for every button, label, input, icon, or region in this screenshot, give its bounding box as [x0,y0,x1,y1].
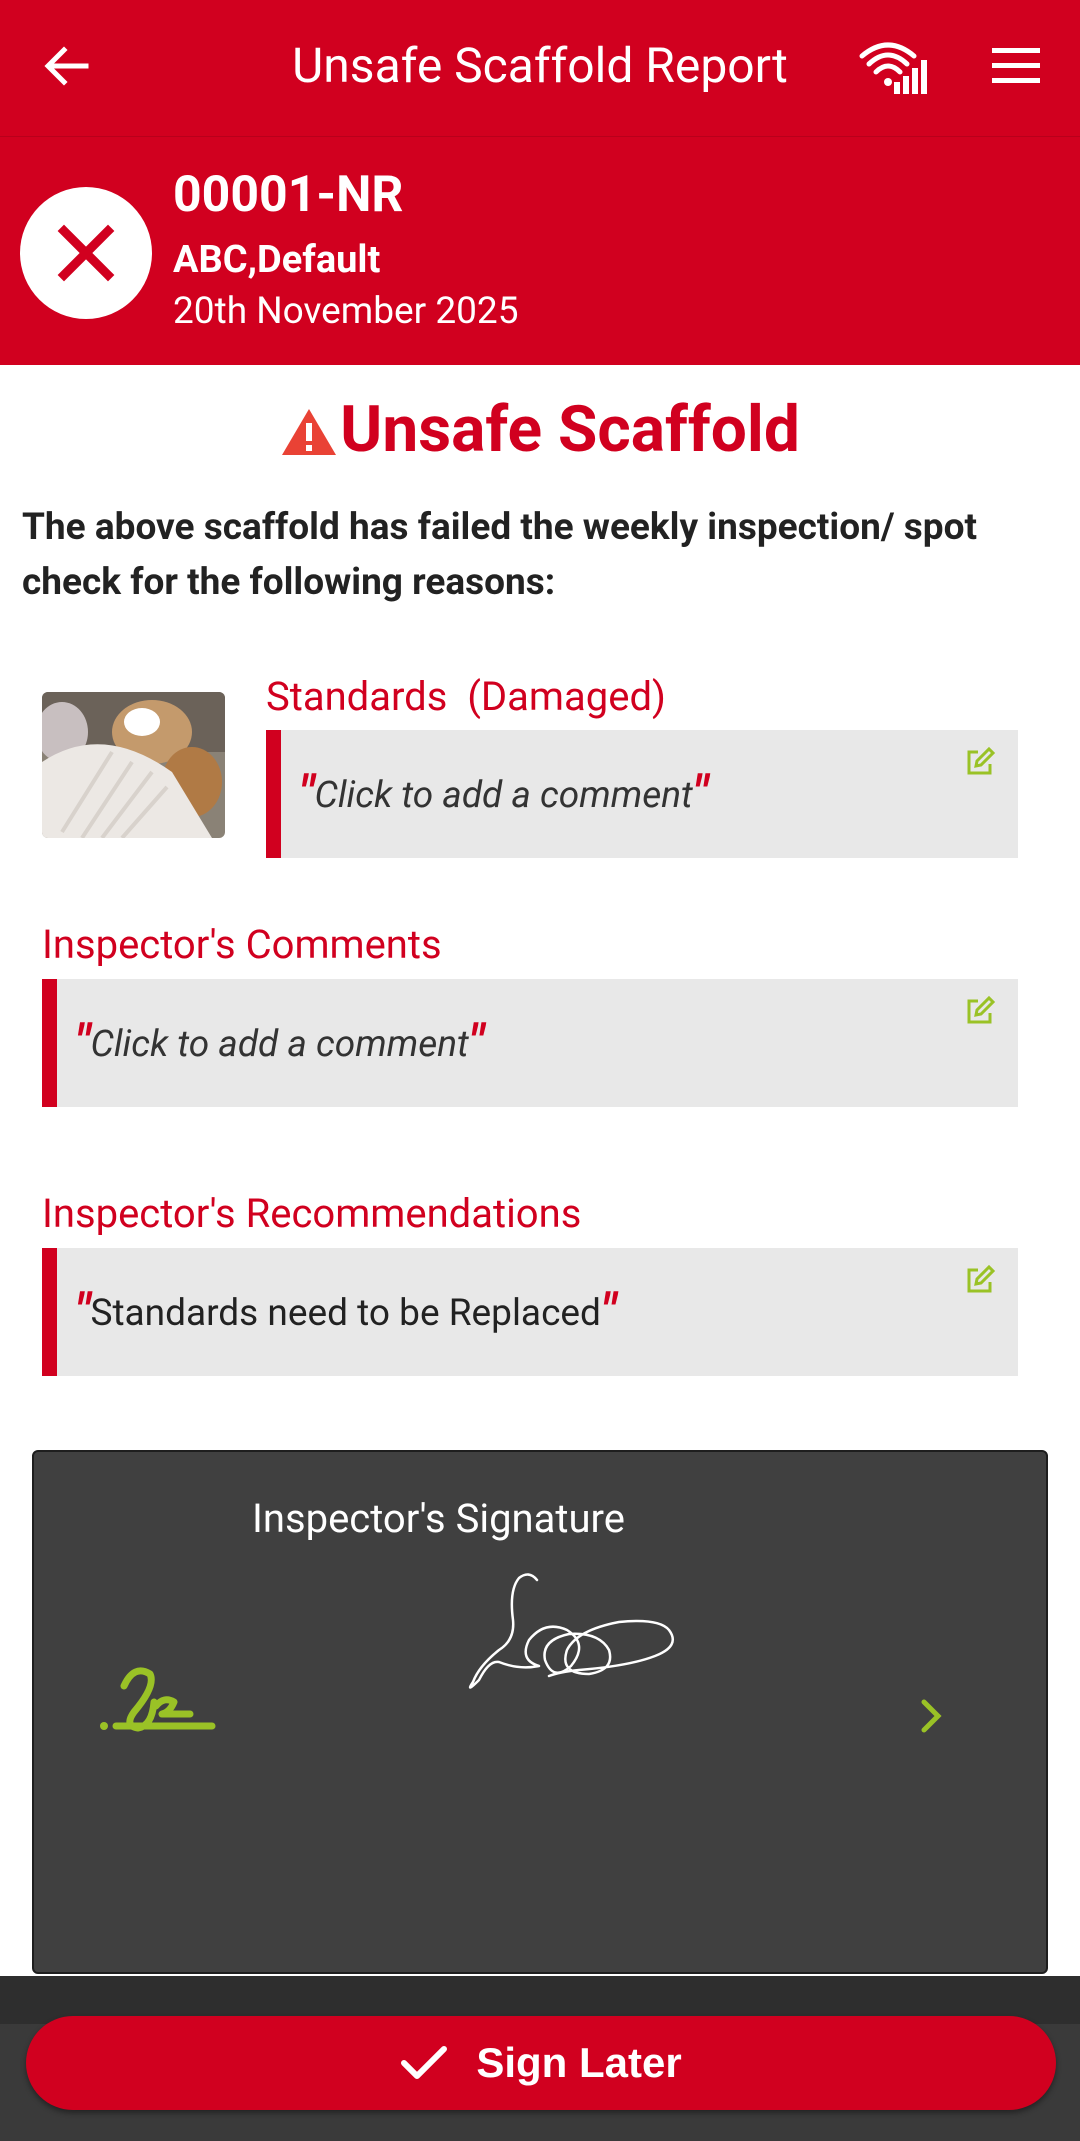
signature-pen-icon[interactable] [94,1662,218,1752]
company-name: ABC,Default [173,238,381,282]
inspector-recommendations-text: Standards need to be Replaced [90,1292,601,1335]
inspector-recommendations-label: Inspector's Recommendations [42,1190,582,1237]
reason-comment-text: Click to add a comment [314,774,693,817]
check-icon [401,2046,448,2079]
sign-later-button[interactable]: Sign Later [26,2016,1056,2110]
signature-panel[interactable]: Inspector's Signature [32,1450,1048,1974]
menu-icon[interactable] [990,44,1042,88]
inspector-comments-label: Inspector's Comments [42,921,442,968]
reason-comment-box[interactable]: "Click to add a comment" [266,730,1018,858]
close-x-icon [57,224,115,282]
reason-label: Standards (Damaged) [266,673,666,720]
status-badge [20,187,152,319]
inspector-comments-text: Click to add a comment [90,1023,469,1066]
signature-title: Inspector's Signature [252,1495,625,1542]
edit-icon[interactable] [964,995,996,1027]
report-header: 00001-NR ABC,Default 20th November 2025 [0,137,1080,365]
wifi-signal-icon[interactable] [858,38,928,94]
chevron-right-icon[interactable] [920,1698,944,1734]
unsafe-title-text: Unsafe Scaffold [340,392,800,467]
unsafe-title: Unsafe Scaffold [0,390,1080,470]
report-reference: 00001-NR [173,166,404,224]
edit-icon[interactable] [964,746,996,778]
reason-photo-thumbnail[interactable] [42,692,225,838]
inspector-comments-box[interactable]: "Click to add a comment" [42,979,1018,1107]
signature-image [468,1573,674,1689]
report-date: 20th November 2025 [173,290,519,333]
failure-description: The above scaffold has failed the weekly… [22,506,977,604]
inspector-recommendations-box[interactable]: "Standards need to be Replaced" [42,1248,1018,1376]
sign-later-label: Sign Later [476,2039,682,2086]
edit-icon[interactable] [964,1264,996,1296]
warning-triangle-icon [282,409,337,455]
app-bar: Unsafe Scaffold Report [0,0,1080,137]
